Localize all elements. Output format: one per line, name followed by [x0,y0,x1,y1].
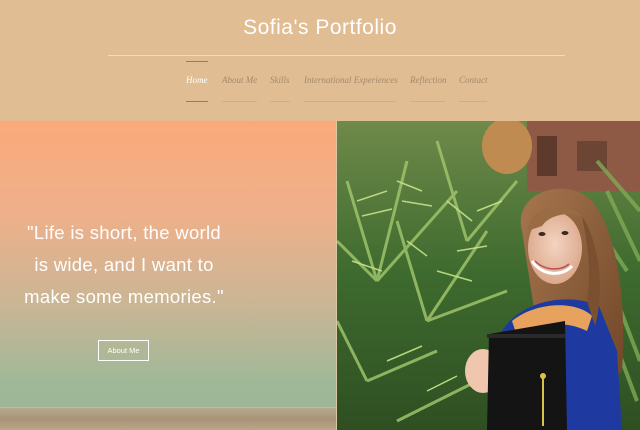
quote-line: "Life is short, the world [26,222,221,243]
nav-contact[interactable]: Contact [459,75,488,85]
header-divider [108,55,565,56]
hero-quote-panel: "Life is short, the world is wide, and I… [0,121,336,430]
site-title[interactable]: Sofia's Portfolio [0,16,640,40]
nav-active-indicator-bottom [186,101,208,102]
quote-line: is wide, and I want to [34,254,214,275]
nav-home[interactable]: Home [186,75,208,85]
quote-line: make some memories." [24,286,224,307]
nav-skills[interactable]: Skills [270,75,290,85]
beach-strip [0,408,336,430]
nav-reflection[interactable]: Reflection [410,75,446,85]
nav-underline [304,101,396,102]
main-nav: Home About Me Skills International Exper… [0,61,640,102]
nav-about-me[interactable]: About Me [222,75,257,85]
nav-active-indicator-top [186,61,208,62]
nav-underline [270,101,290,102]
graduate-photo-image [337,121,640,430]
nav-underline [410,101,445,102]
nav-underline [459,101,487,102]
site-header: Sofia's Portfolio Home About Me Skills I… [0,0,640,121]
about-me-button[interactable]: About Me [98,340,149,361]
hero-quote: "Life is short, the world is wide, and I… [0,217,248,313]
nav-international-experiences[interactable]: International Experiences [304,75,398,85]
graduate-photo [337,121,640,430]
nav-underline [222,101,257,102]
